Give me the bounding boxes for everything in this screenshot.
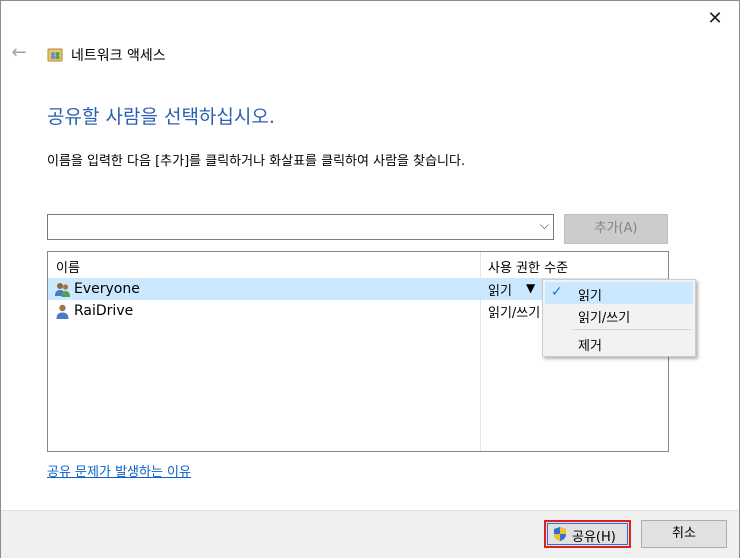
uac-shield-icon xyxy=(554,527,566,541)
chevron-down-icon[interactable]: ⌵ xyxy=(540,218,549,233)
main-instruction: 공유할 사람을 선택하십시오. xyxy=(47,106,275,128)
menu-item-read[interactable]: ✓ 읽기 xyxy=(545,282,693,304)
back-arrow-icon[interactable]: ← xyxy=(9,43,29,63)
share-button-label: 공유(H) xyxy=(572,530,616,545)
user-icon xyxy=(56,304,69,319)
user-name: Everyone xyxy=(74,281,140,297)
add-button[interactable]: 추가(A) xyxy=(564,214,668,244)
description-text: 이름을 입력한 다음 [추가]를 클릭하거나 화살표를 클릭하여 사람을 찾습니… xyxy=(47,154,466,169)
checkmark-icon: ✓ xyxy=(551,284,563,300)
permission-level[interactable]: 읽기/쓰기 xyxy=(488,302,540,321)
cancel-button[interactable]: 취소 xyxy=(641,520,727,548)
column-header-permission[interactable]: 사용 권한 수준 xyxy=(488,257,568,276)
menu-item-remove[interactable]: 제거 xyxy=(545,332,693,354)
user-name-input[interactable] xyxy=(50,217,534,239)
network-access-dialog: ✕ ← 네트워크 액세스 공유할 사람을 선택하십시오. 이름을 입력한 다음 … xyxy=(0,0,740,558)
sharing-help-link[interactable]: 공유 문제가 발생하는 이유 xyxy=(47,461,191,480)
user-name: RaiDrive xyxy=(74,303,134,319)
menu-item-read-write[interactable]: 읽기/쓰기 xyxy=(545,304,693,326)
permission-level[interactable]: 읽기 xyxy=(488,280,512,299)
user-combo-box[interactable]: ⌵ xyxy=(47,214,554,240)
triangle-down-icon[interactable]: ▼ xyxy=(526,281,535,295)
window-title: 네트워크 액세스 xyxy=(71,48,166,64)
close-button[interactable]: ✕ xyxy=(703,7,727,31)
permission-menu: ✓ 읽기 읽기/쓰기 제거 xyxy=(542,279,696,357)
column-header-name[interactable]: 이름 xyxy=(56,257,80,276)
network-share-icon xyxy=(47,48,63,62)
menu-separator xyxy=(573,329,691,330)
group-users-icon xyxy=(55,283,70,297)
share-button[interactable]: 공유(H) xyxy=(544,520,631,548)
list-header: 이름 사용 권한 수준 xyxy=(48,252,668,278)
